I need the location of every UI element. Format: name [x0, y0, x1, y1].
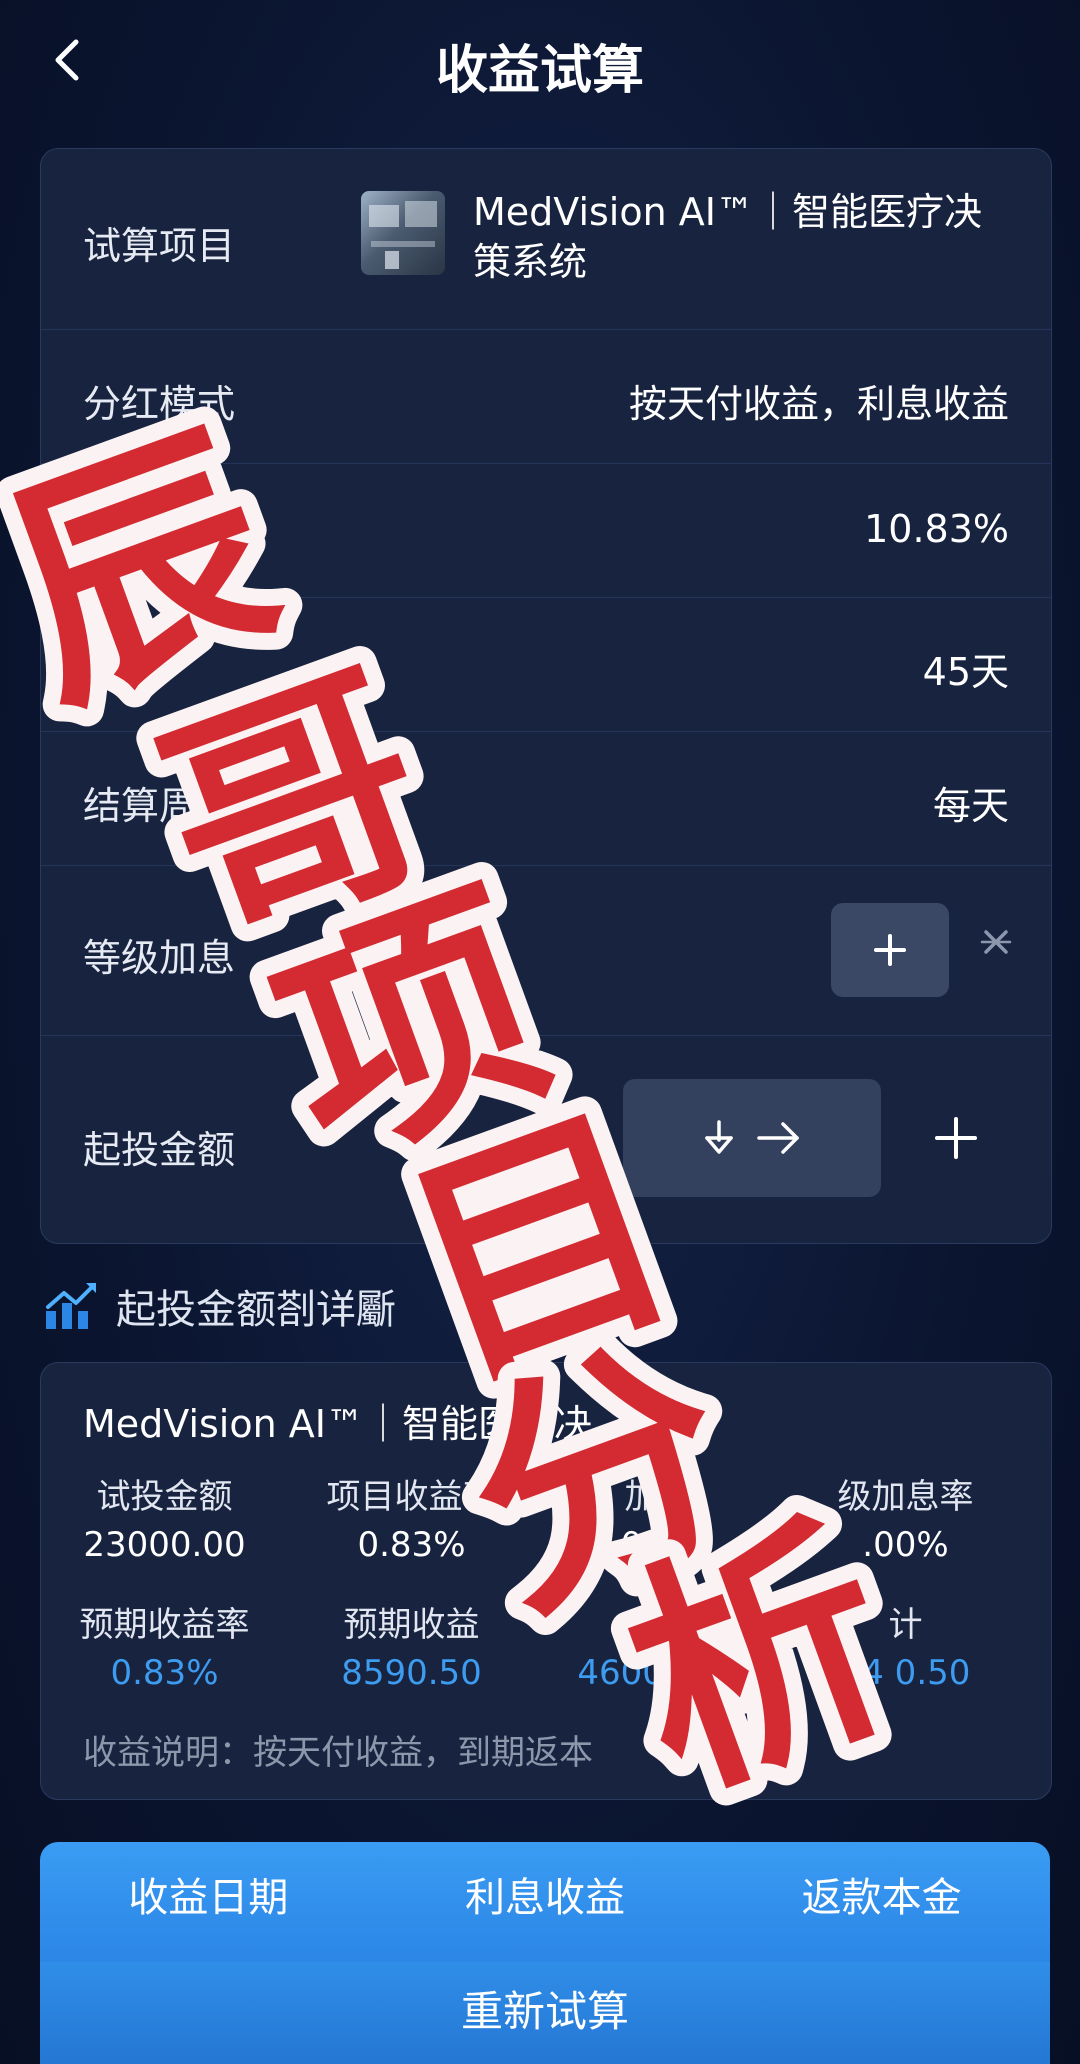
header-expected-rate: 预期收益率 [79, 1605, 250, 1645]
tab-income-date[interactable]: 收益日期 [40, 1842, 377, 1962]
level-bonus-add-button[interactable] [831, 903, 949, 997]
term-value: 45天 [922, 650, 1009, 694]
calculation-card: 试算项目 MedVision AI™｜智能医疗决策系统 分红模式 按天付收益，利… [40, 148, 1052, 1244]
header-total: 计 [888, 1605, 923, 1645]
term-row: 项 45天 [41, 597, 1051, 732]
value-bonus: 0.00 [620, 1525, 697, 1565]
detail-value-row-1: 23000.00 0.83% 0.00 .00% [41, 1525, 1051, 1565]
income-note: 收益说明：按天付收益，到期返本 [83, 1733, 593, 1773]
rate-row: 项 10.83% [41, 463, 1051, 598]
plus-icon [874, 934, 906, 966]
dividend-mode-value: 按天付收益，利息收益 [628, 382, 1009, 426]
project-row: 试算项目 MedVision AI™｜智能医疗决策系统 [41, 149, 1051, 330]
dividend-mode-label: 分红模式 [83, 382, 236, 426]
term-label: 项 [83, 650, 122, 694]
level-bonus-row: 等级加息 [41, 865, 1051, 1036]
header: 收益试算 [0, 0, 1080, 120]
detail-section-title: 起投金额剳详斸 [44, 1276, 396, 1336]
value-invest-amount: 23000.00 [83, 1525, 246, 1565]
detail-card-title: MedVision AI™｜智能医疗决 [83, 1402, 592, 1446]
min-invest-add-button[interactable] [921, 1093, 991, 1183]
rate-label: 项 [83, 516, 122, 560]
trend-chart-icon [46, 1283, 96, 1329]
tab-interest-income[interactable]: 利息收益 [377, 1842, 714, 1962]
down-arrow-icon [705, 1120, 733, 1154]
header-project-rate: 项目收益率 [326, 1477, 497, 1517]
value-total: 54 0.50 [840, 1653, 971, 1693]
tab-principal-return[interactable]: 返款本金 [713, 1842, 1050, 1962]
level-bonus-clear-button[interactable] [971, 917, 1021, 977]
settle-cycle-value: 每天 [932, 784, 1009, 828]
dividend-mode-row: 分红模式 按天付收益，利息收益 [41, 329, 1051, 464]
settle-cycle-row: 结算周 每天 [41, 731, 1051, 866]
plus-icon [935, 1117, 977, 1159]
detail-value-row-2: 0.83% 8590.50 46000.00 54 0.50 [41, 1653, 1051, 1693]
project-label: 试算项目 [83, 224, 236, 268]
value-receivable: 46000.00 [577, 1653, 740, 1693]
header-invest-amount: 试投金额 [96, 1477, 233, 1517]
min-invest-row: 起投金额 [41, 1035, 1051, 1243]
header-level-bonus-rate: 级加息率 [837, 1477, 974, 1517]
settle-cycle-label: 结算周 [83, 784, 198, 828]
min-invest-label: 起投金额 [83, 1128, 236, 1172]
header-bonus: 加息 [624, 1477, 693, 1517]
rate-value: 10.83% [864, 507, 1009, 551]
header-expected-income: 预期收益 [343, 1605, 480, 1645]
right-arrow-icon [757, 1122, 799, 1154]
bottom-tab-bar: 收益日期 利息收益 返款本金 [40, 1842, 1050, 1962]
min-invest-amount-field[interactable] [623, 1079, 881, 1197]
value-expected-rate: 0.83% [110, 1653, 219, 1693]
recalculate-button[interactable]: 重新试算 [40, 1962, 1050, 2064]
detail-header-row-2: 预期收益率 预期收益 应收 计 [41, 1597, 1051, 1646]
value-expected-income: 8590.50 [341, 1653, 482, 1693]
project-thumbnail [361, 191, 445, 275]
detail-section-label: 起投金额剳详斸 [116, 1287, 396, 1333]
value-project-rate: 0.83% [357, 1525, 466, 1565]
close-icon [980, 930, 1012, 954]
project-name[interactable]: MedVision AI™｜智能医疗决策系统 [473, 187, 1013, 287]
level-bonus-label: 等级加息 [83, 936, 236, 980]
page-title: 收益试算 [435, 41, 644, 101]
detail-header-row-1: 试投金额 项目收益率 加息 级加息率 [41, 1469, 1051, 1518]
header-receivable: 应收 [624, 1605, 693, 1645]
detail-card: MedVision AI™｜智能医疗决 试投金额 项目收益率 加息 级加息率 2… [40, 1362, 1052, 1800]
value-level-bonus-rate: .00% [862, 1525, 949, 1565]
